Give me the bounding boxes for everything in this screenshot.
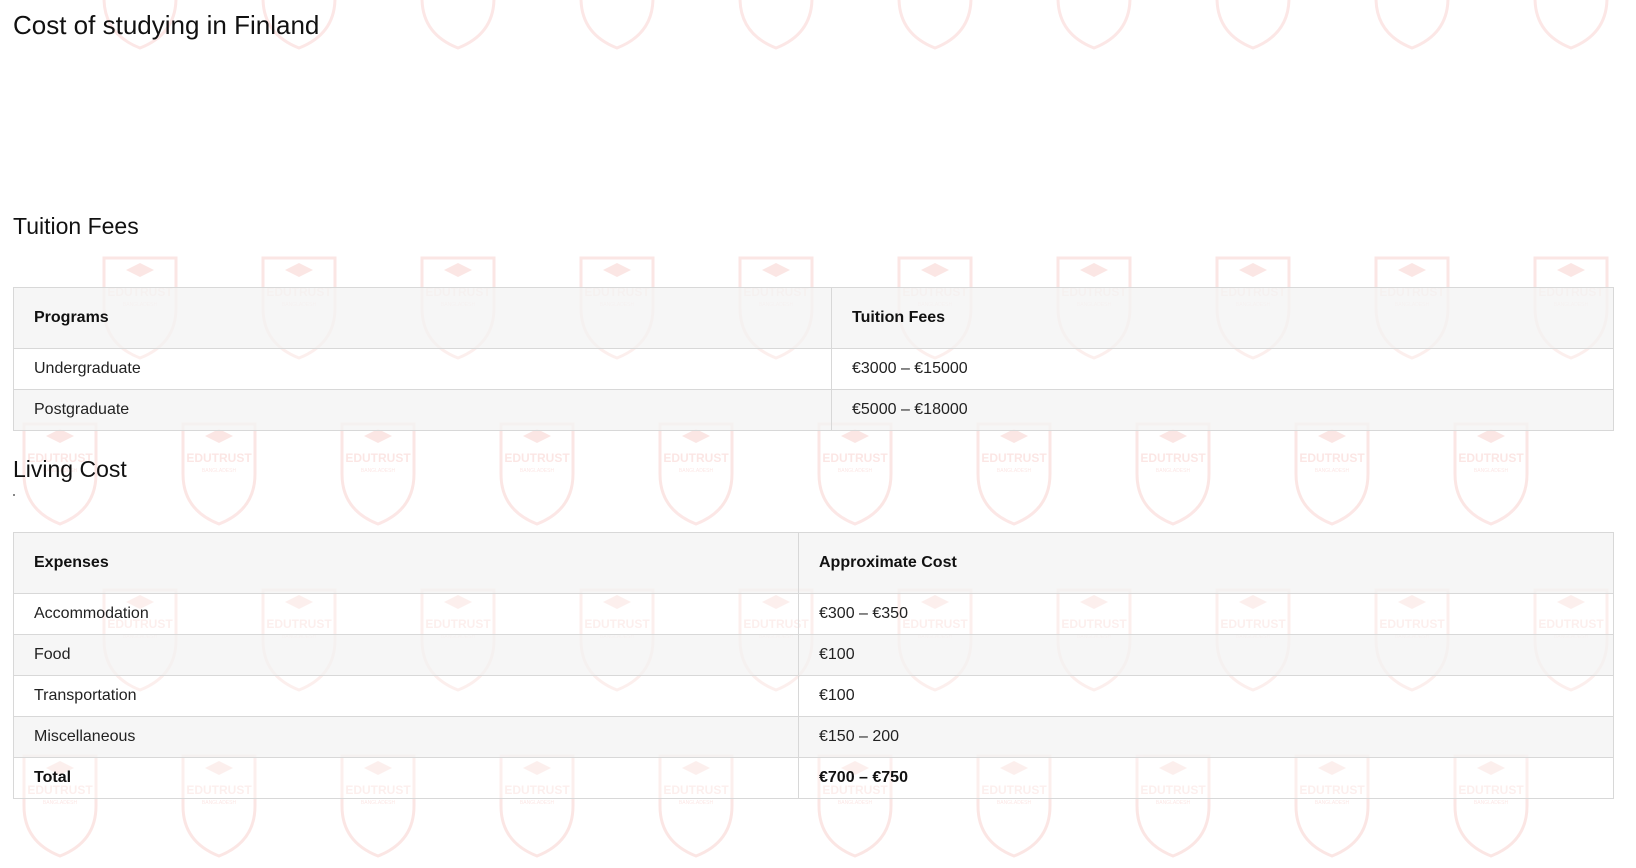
table-row: Postgraduate €5000 – €18000 bbox=[13, 389, 1614, 431]
watermark-logo: EDUTRUSTBANGLADESH bbox=[897, 0, 973, 50]
expense-cell: Accommodation bbox=[13, 593, 799, 635]
watermark-logo: EDUTRUSTBANGLADESH bbox=[1215, 0, 1291, 50]
svg-text:BANGLADESH: BANGLADESH bbox=[997, 468, 1032, 474]
watermark-logo: EDUTRUSTBANGLADESH bbox=[1374, 0, 1450, 50]
watermark-logo: EDUTRUST BANGLADESH bbox=[1294, 422, 1370, 526]
watermark-logo: EDUTRUST BANGLADESH bbox=[181, 422, 257, 526]
svg-text:BANGLADESH: BANGLADESH bbox=[202, 800, 237, 806]
svg-text:BANGLADESH: BANGLADESH bbox=[361, 800, 396, 806]
svg-text:EDUTRUST: EDUTRUST bbox=[345, 451, 411, 465]
expense-cell: Transportation bbox=[13, 675, 799, 717]
svg-text:BANGLADESH: BANGLADESH bbox=[1315, 468, 1350, 474]
cost-cell: €150 – 200 bbox=[798, 716, 1614, 758]
total-cost-cell: €700 – €750 bbox=[798, 757, 1614, 799]
svg-text:EDUTRUST: EDUTRUST bbox=[1299, 451, 1365, 465]
tuition-fees-heading: Tuition Fees bbox=[13, 213, 139, 239]
watermark-logo: EDUTRUSTBANGLADESH bbox=[579, 0, 655, 50]
tuition-fees-table: Programs Tuition Fees Undergraduate €300… bbox=[13, 287, 1614, 431]
table-header-row: Expenses Approximate Cost bbox=[13, 532, 1614, 594]
svg-text:BANGLADESH: BANGLADESH bbox=[520, 468, 555, 474]
table-header-row: Programs Tuition Fees bbox=[13, 287, 1614, 349]
total-label-cell: Total bbox=[13, 757, 799, 799]
expense-cell: Food bbox=[13, 634, 799, 676]
watermark-logo: EDUTRUST BANGLADESH bbox=[499, 422, 575, 526]
living-cost-heading: Living Cost bbox=[13, 456, 127, 482]
watermark-logo: EDUTRUSTBANGLADESH bbox=[1533, 0, 1609, 50]
program-cell: Undergraduate bbox=[13, 348, 832, 390]
svg-text:BANGLADESH: BANGLADESH bbox=[202, 468, 237, 474]
watermark-logo: EDUTRUST BANGLADESH bbox=[658, 422, 734, 526]
living-cost-table: Expenses Approximate Cost Accommodation … bbox=[13, 532, 1614, 799]
svg-text:EDUTRUST: EDUTRUST bbox=[1458, 451, 1524, 465]
svg-text:BANGLADESH: BANGLADESH bbox=[520, 800, 555, 806]
cost-cell: €100 bbox=[798, 675, 1614, 717]
svg-text:EDUTRUST: EDUTRUST bbox=[1140, 451, 1206, 465]
svg-text:BANGLADESH: BANGLADESH bbox=[679, 468, 714, 474]
watermark-logo: EDUTRUSTBANGLADESH bbox=[420, 0, 496, 50]
cost-cell: €100 bbox=[798, 634, 1614, 676]
watermark-logo: EDUTRUSTBANGLADESH bbox=[738, 0, 814, 50]
fee-cell: €3000 – €15000 bbox=[831, 348, 1614, 390]
expense-cell: Miscellaneous bbox=[13, 716, 799, 758]
page-title: Cost of studying in Finland bbox=[13, 10, 320, 40]
page: EDUTRUST BANGLADESH EDUTRUST BANGLADESH EDUT… bbox=[0, 0, 1636, 868]
table-row: Undergraduate €3000 – €15000 bbox=[13, 348, 1614, 390]
fee-cell: €5000 – €18000 bbox=[831, 389, 1614, 431]
svg-text:BANGLADESH: BANGLADESH bbox=[838, 800, 873, 806]
column-header-programs: Programs bbox=[13, 287, 832, 349]
column-header-tuition-fees: Tuition Fees bbox=[831, 287, 1614, 349]
table-row: Transportation €100 bbox=[13, 675, 1614, 717]
watermark-logo: EDUTRUST BANGLADESH bbox=[817, 422, 893, 526]
watermark-logo: EDUTRUSTBANGLADESH bbox=[1056, 0, 1132, 50]
watermark-logo: EDUTRUST BANGLADESH bbox=[340, 422, 416, 526]
watermark-logo: EDUTRUST BANGLADESH bbox=[1453, 422, 1529, 526]
svg-text:BANGLADESH: BANGLADESH bbox=[1474, 800, 1509, 806]
cost-cell: €300 – €350 bbox=[798, 593, 1614, 635]
svg-text:BANGLADESH: BANGLADESH bbox=[997, 800, 1032, 806]
svg-text:EDUTRUST: EDUTRUST bbox=[663, 451, 729, 465]
column-header-expenses: Expenses bbox=[13, 532, 799, 594]
svg-text:EDUTRUST: EDUTRUST bbox=[504, 451, 570, 465]
svg-text:EDUTRUST: EDUTRUST bbox=[186, 451, 252, 465]
watermark-logo: EDUTRUST BANGLADESH bbox=[1135, 422, 1211, 526]
watermark-logo: EDUTRUST BANGLADESH bbox=[976, 422, 1052, 526]
svg-text:EDUTRUST: EDUTRUST bbox=[822, 451, 888, 465]
svg-text:BANGLADESH: BANGLADESH bbox=[361, 468, 396, 474]
column-header-approximate-cost: Approximate Cost bbox=[798, 532, 1614, 594]
svg-text:EDUTRUST: EDUTRUST bbox=[981, 451, 1047, 465]
divider-dot bbox=[13, 494, 15, 496]
svg-text:BANGLADESH: BANGLADESH bbox=[1156, 800, 1191, 806]
program-cell: Postgraduate bbox=[13, 389, 832, 431]
table-row: Food €100 bbox=[13, 634, 1614, 676]
svg-text:BANGLADESH: BANGLADESH bbox=[1474, 468, 1509, 474]
total-row: Total €700 – €750 bbox=[13, 757, 1614, 799]
svg-text:BANGLADESH: BANGLADESH bbox=[1315, 800, 1350, 806]
svg-text:BANGLADESH: BANGLADESH bbox=[838, 468, 873, 474]
table-row: Miscellaneous €150 – 200 bbox=[13, 716, 1614, 758]
svg-text:BANGLADESH: BANGLADESH bbox=[43, 800, 78, 806]
svg-text:BANGLADESH: BANGLADESH bbox=[1156, 468, 1191, 474]
svg-text:BANGLADESH: BANGLADESH bbox=[679, 800, 714, 806]
table-row: Accommodation €300 – €350 bbox=[13, 593, 1614, 635]
